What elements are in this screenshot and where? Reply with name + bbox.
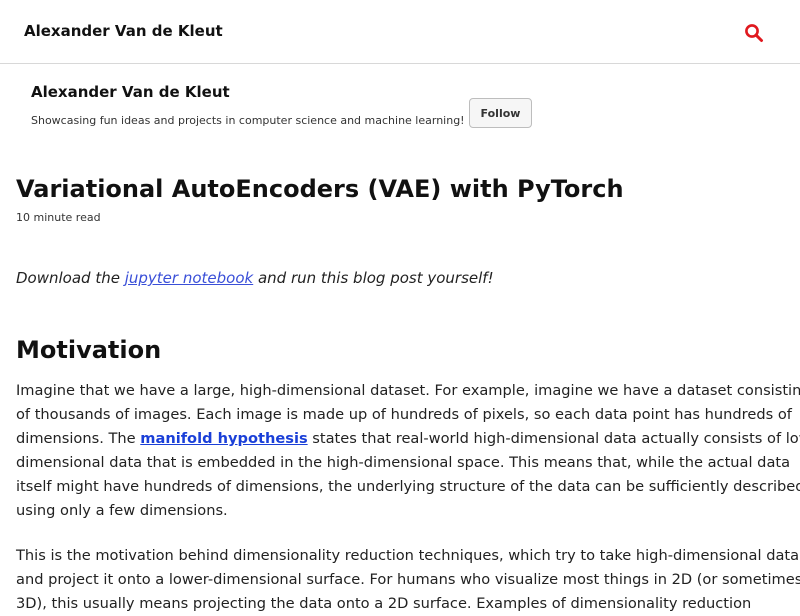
- paragraph-text: dimensions. The: [16, 430, 141, 447]
- paragraph-line: Imagine that we have a large, high-dimen…: [16, 382, 800, 399]
- section-heading-motivation: Motivation: [16, 336, 162, 364]
- site-title-link[interactable]: Alexander Van de Kleut: [24, 22, 223, 40]
- page-title: Variational AutoEncoders (VAE) with PyTo…: [16, 175, 624, 203]
- paragraph-line: itself might have hundreds of dimensions…: [16, 478, 800, 495]
- read-time: 10 minute read: [16, 211, 101, 224]
- paragraph-line: and project it onto a lower-dimensional …: [16, 571, 800, 588]
- author-bio: Showcasing fun ideas and projects in com…: [31, 114, 465, 127]
- download-note-before: Download the: [16, 269, 125, 287]
- manifold-hypothesis-link[interactable]: manifold hypothesis: [140, 430, 307, 447]
- masthead: Alexander Van de Kleut: [0, 0, 800, 64]
- download-note-after: and run this blog post yourself!: [253, 269, 494, 287]
- author-profile: Alexander Van de Kleut Showcasing fun id…: [0, 65, 800, 145]
- paragraph-line: This is the motivation behind dimensiona…: [16, 547, 800, 564]
- paragraph-line: using only a few dimensions.: [16, 502, 228, 519]
- paragraph-line: dimensional data that is embedded in the…: [16, 454, 791, 471]
- download-note: Download the jupyter notebook and run th…: [16, 269, 494, 287]
- paragraph-motivation-2: This is the motivation behind dimensiona…: [16, 544, 800, 616]
- paragraph-motivation-1: Imagine that we have a large, high-dimen…: [16, 379, 800, 523]
- search-button[interactable]: [743, 22, 765, 44]
- jupyter-notebook-link[interactable]: jupyter notebook: [125, 269, 253, 287]
- search-icon: [745, 24, 763, 42]
- paragraph-line: dimensions. The manifold hypothesis stat…: [16, 427, 800, 451]
- paragraph-line: of thousands of images. Each image is ma…: [16, 406, 792, 423]
- paragraph-line: 3D), this usually means projecting the d…: [16, 595, 752, 612]
- author-name: Alexander Van de Kleut: [31, 83, 230, 101]
- paragraph-text: states that real-world high-dimensional …: [307, 430, 800, 447]
- follow-button[interactable]: Follow: [469, 98, 532, 128]
